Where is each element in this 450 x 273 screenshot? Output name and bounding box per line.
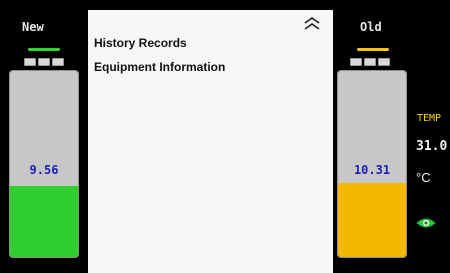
- cap-segment: [350, 58, 362, 66]
- cap-segment: [364, 58, 376, 66]
- old-battery-value: 10.31: [353, 163, 391, 177]
- new-battery-cap: [24, 58, 64, 66]
- menu-panel: History Records Equipment Information: [88, 10, 333, 273]
- eye-icon[interactable]: [416, 215, 436, 231]
- old-battery-gauge: 10.31: [337, 70, 407, 258]
- temp-unit: °C: [416, 170, 431, 185]
- cap-segment: [52, 58, 64, 66]
- cap-segment: [38, 58, 50, 66]
- cap-segment: [24, 58, 36, 66]
- menu-item-history-records[interactable]: History Records: [94, 36, 187, 50]
- new-title: New: [22, 20, 44, 34]
- cap-segment: [378, 58, 390, 66]
- old-battery-fill: [338, 182, 406, 257]
- old-battery-panel: Old 10.31 TEMP 31.0 °C: [333, 0, 450, 273]
- menu-item-equipment-information[interactable]: Equipment Information: [94, 60, 225, 74]
- new-underline: [28, 48, 60, 51]
- temp-label: TEMP: [417, 113, 442, 124]
- new-battery-panel: New 9.56: [0, 0, 88, 273]
- new-battery-fill: [10, 186, 78, 257]
- new-battery-gauge: 9.56: [9, 70, 79, 258]
- old-title: Old: [360, 20, 382, 34]
- new-battery-value: 9.56: [29, 163, 59, 177]
- old-underline: [357, 48, 389, 51]
- temp-value: 31.0: [416, 139, 448, 154]
- old-battery-cap: [350, 58, 390, 66]
- double-chevron-up-icon[interactable]: [303, 15, 321, 31]
